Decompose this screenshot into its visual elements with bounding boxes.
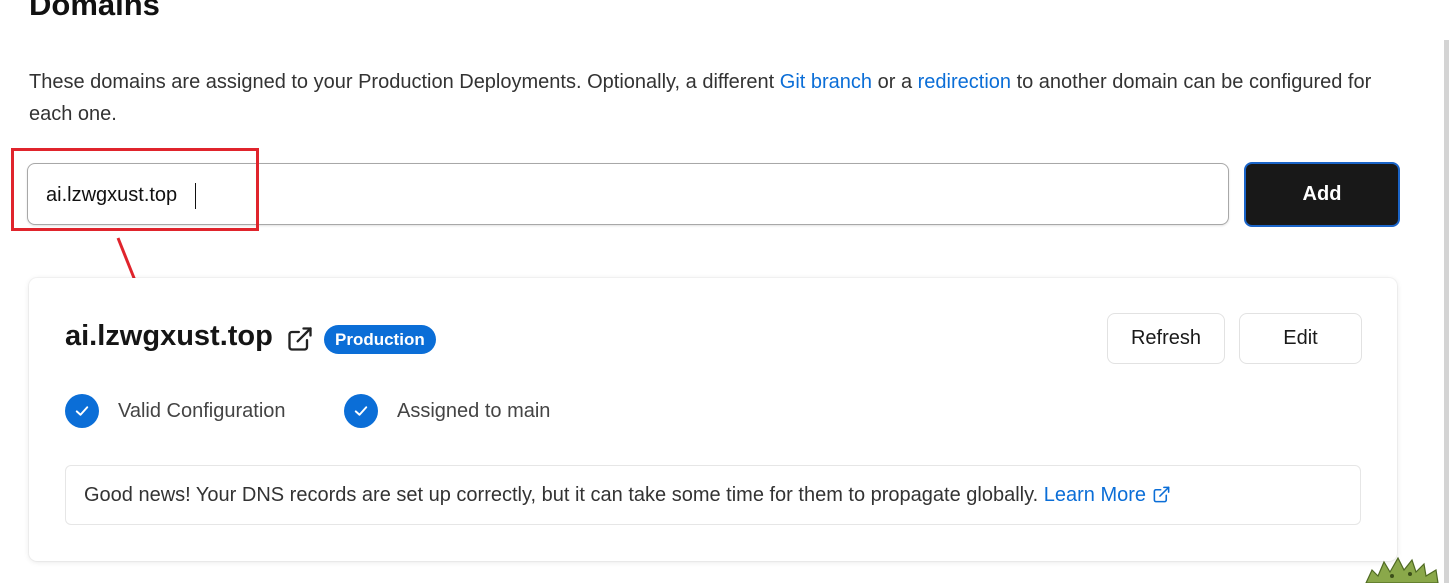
domain-name-link[interactable]: ai.lzwgxust.top (65, 320, 273, 353)
refresh-button[interactable]: Refresh (1107, 313, 1225, 364)
status-assigned-to-main: Assigned to main (344, 394, 550, 428)
learn-more-label: Learn More (1043, 484, 1147, 506)
external-link-icon[interactable] (286, 325, 314, 353)
page-title: Domains (29, 0, 160, 22)
mascot-icon (1365, 556, 1439, 583)
external-link-icon (1153, 486, 1170, 503)
status-valid-configuration: Valid Configuration (65, 394, 286, 428)
annotation-highlight-box (11, 148, 259, 231)
status-label: Assigned to main (397, 399, 551, 422)
domain-card: ai.lzwgxust.top Production Refresh Edit … (29, 278, 1397, 561)
check-circle-icon (344, 394, 378, 428)
dns-notice: Good news! Your DNS records are set up c… (65, 465, 1361, 525)
git-branch-link[interactable]: Git branch (780, 71, 872, 93)
status-label: Valid Configuration (118, 399, 286, 422)
page-scrollbar[interactable] (1444, 40, 1449, 583)
notice-text: Good news! Your DNS records are set up c… (84, 484, 1044, 506)
add-domain-button[interactable]: Add (1244, 162, 1400, 227)
intro-text-middle: or a (872, 71, 918, 93)
edit-button[interactable]: Edit (1239, 313, 1362, 364)
check-circle-icon (65, 394, 99, 428)
production-badge: Production (324, 325, 436, 354)
intro-text-before: These domains are assigned to your Produ… (29, 71, 780, 93)
redirection-link[interactable]: redirection (918, 71, 1011, 93)
intro-text: These domains are assigned to your Produ… (29, 66, 1419, 130)
learn-more-link[interactable]: Learn More (1044, 484, 1171, 506)
